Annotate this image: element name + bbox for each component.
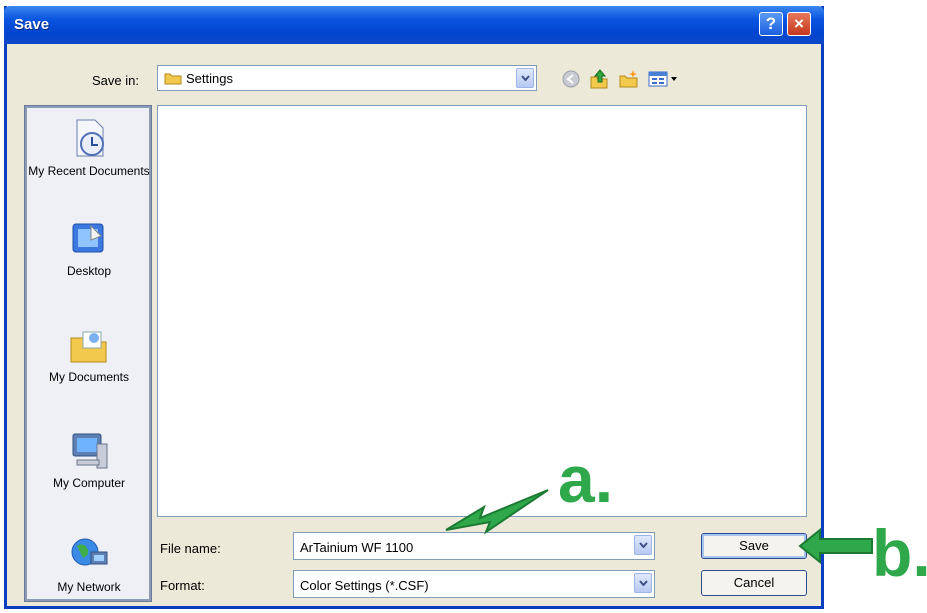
annotation-arrow-a bbox=[445, 489, 549, 535]
annotation-arrow-b bbox=[798, 527, 873, 565]
annotation-arrows bbox=[445, 489, 873, 565]
annotation-label-b: b. bbox=[872, 516, 927, 590]
annotation-label-a: a. bbox=[558, 442, 614, 516]
